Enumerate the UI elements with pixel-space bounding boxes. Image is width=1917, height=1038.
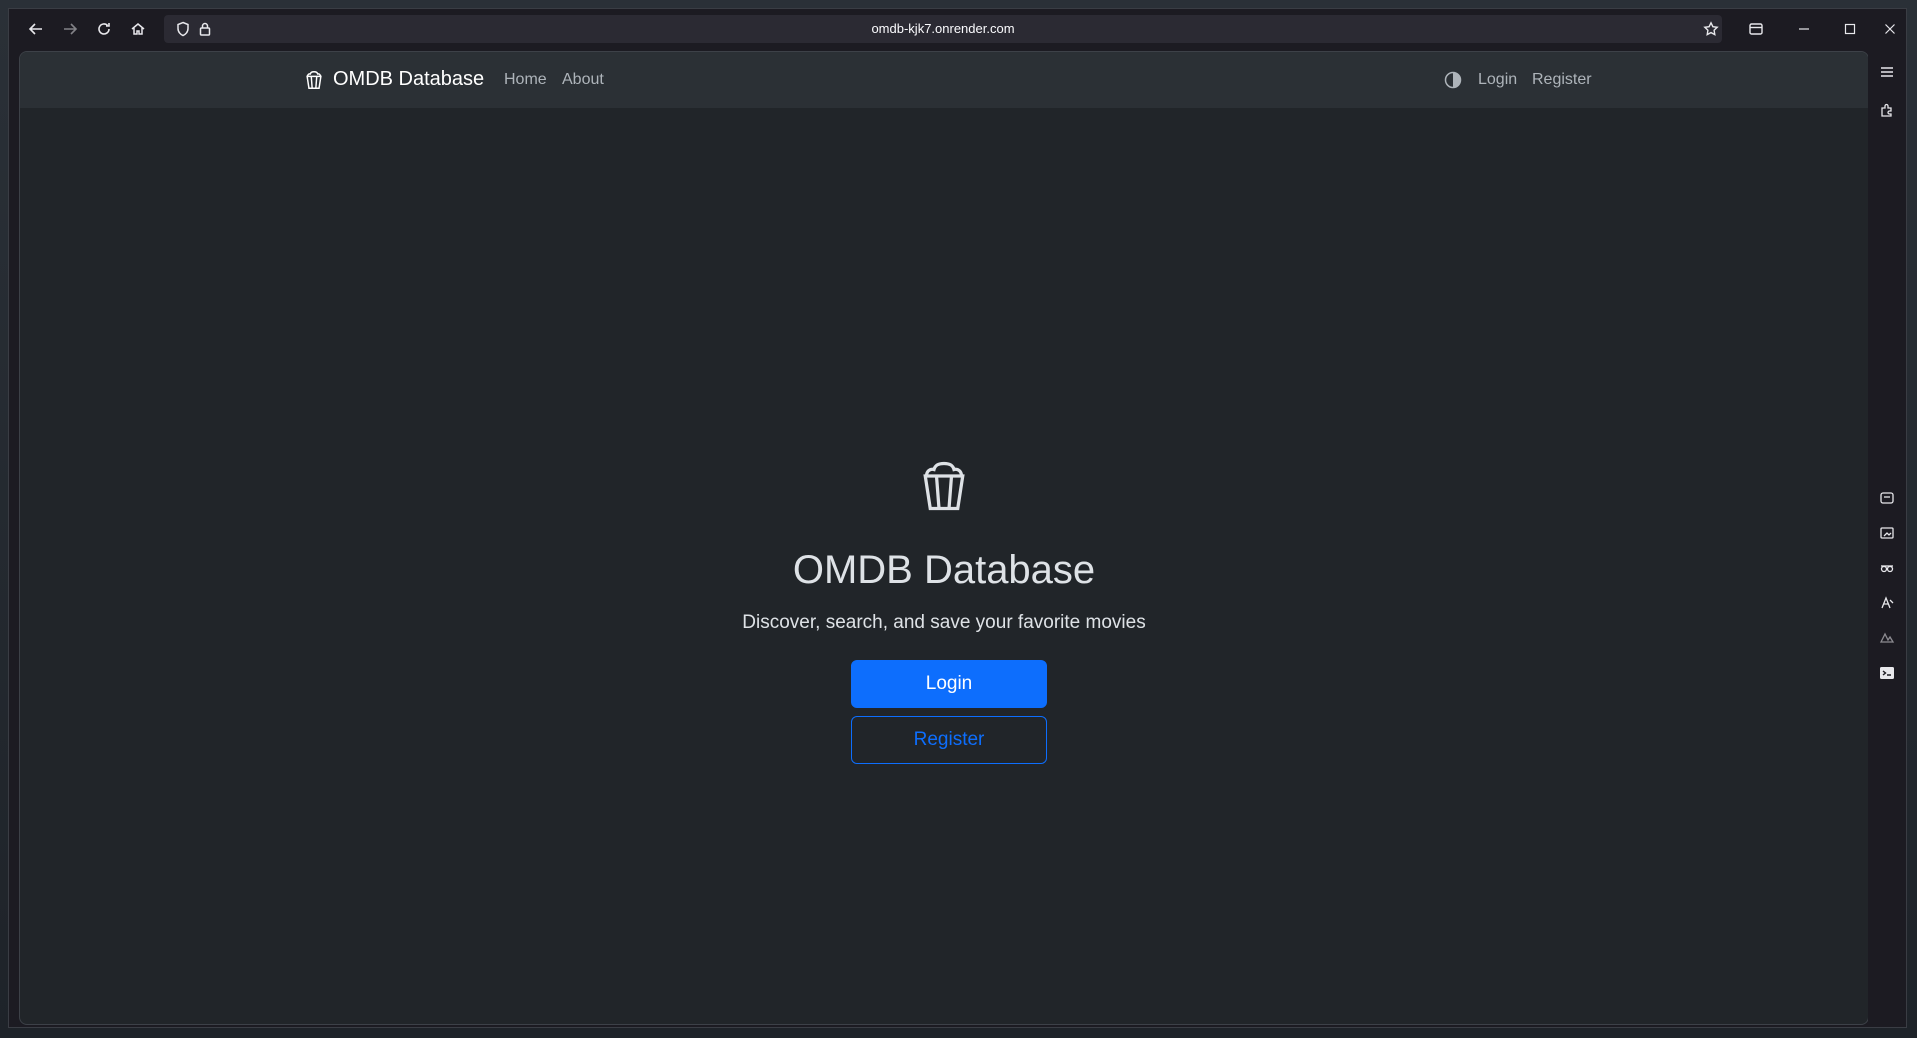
close-icon[interactable]: [1875, 17, 1905, 41]
reload-icon[interactable]: [91, 17, 117, 41]
login-button[interactable]: Login: [851, 660, 1047, 708]
nav-login-link[interactable]: Login: [1478, 71, 1517, 89]
tab-manager-icon[interactable]: [1878, 489, 1896, 507]
brand-label: OMDB Database: [333, 68, 485, 90]
hero-section: OMDB Database Discover, search, and save…: [20, 108, 1868, 1024]
nav-link-about[interactable]: About: [562, 71, 604, 89]
home-icon[interactable]: [125, 17, 151, 41]
disabled-extension-icon[interactable]: [1878, 629, 1896, 647]
browser-sidebar: [1868, 49, 1906, 1027]
hero-subtitle: Discover, search, and save your favorite…: [742, 612, 1146, 633]
browser-window: omdb-kjk7.onrender.com OMDB Database Hom…: [8, 8, 1907, 1028]
url-text[interactable]: omdb-kjk7.onrender.com: [164, 21, 1722, 36]
maximize-icon[interactable]: [1835, 17, 1865, 41]
menu-icon[interactable]: [1878, 63, 1896, 81]
forward-icon[interactable]: [57, 17, 83, 41]
navbar: OMDB Database Home About Login Register: [20, 52, 1868, 108]
navbar-brand[interactable]: OMDB Database: [303, 68, 484, 91]
terminal-icon[interactable]: [1878, 664, 1896, 682]
back-icon[interactable]: [23, 17, 49, 41]
browser-toolbar: omdb-kjk7.onrender.com: [9, 9, 1906, 49]
private-mask-icon[interactable]: [1878, 559, 1896, 577]
bookmark-star-icon[interactable]: [1698, 17, 1724, 41]
desktop: omdb-kjk7.onrender.com OMDB Database Hom…: [0, 0, 1917, 1038]
nav-register-link[interactable]: Register: [1532, 71, 1592, 89]
hero-popcorn-icon: [923, 461, 965, 511]
nav-link-home[interactable]: Home: [504, 71, 547, 89]
minimize-icon[interactable]: [1789, 17, 1819, 41]
screenshot-icon[interactable]: [1878, 524, 1896, 542]
extensions-icon[interactable]: [1878, 101, 1896, 119]
register-button[interactable]: Register: [851, 716, 1047, 764]
translate-icon[interactable]: [1878, 594, 1896, 612]
url-bar[interactable]: omdb-kjk7.onrender.com: [164, 15, 1722, 43]
page-content: OMDB Database Home About Login Register: [19, 51, 1869, 1025]
theme-toggle-icon[interactable]: [1444, 71, 1462, 89]
reader-view-icon[interactable]: [1743, 17, 1769, 41]
popcorn-icon: [306, 70, 322, 89]
hero-title: OMDB Database: [792, 548, 1096, 592]
